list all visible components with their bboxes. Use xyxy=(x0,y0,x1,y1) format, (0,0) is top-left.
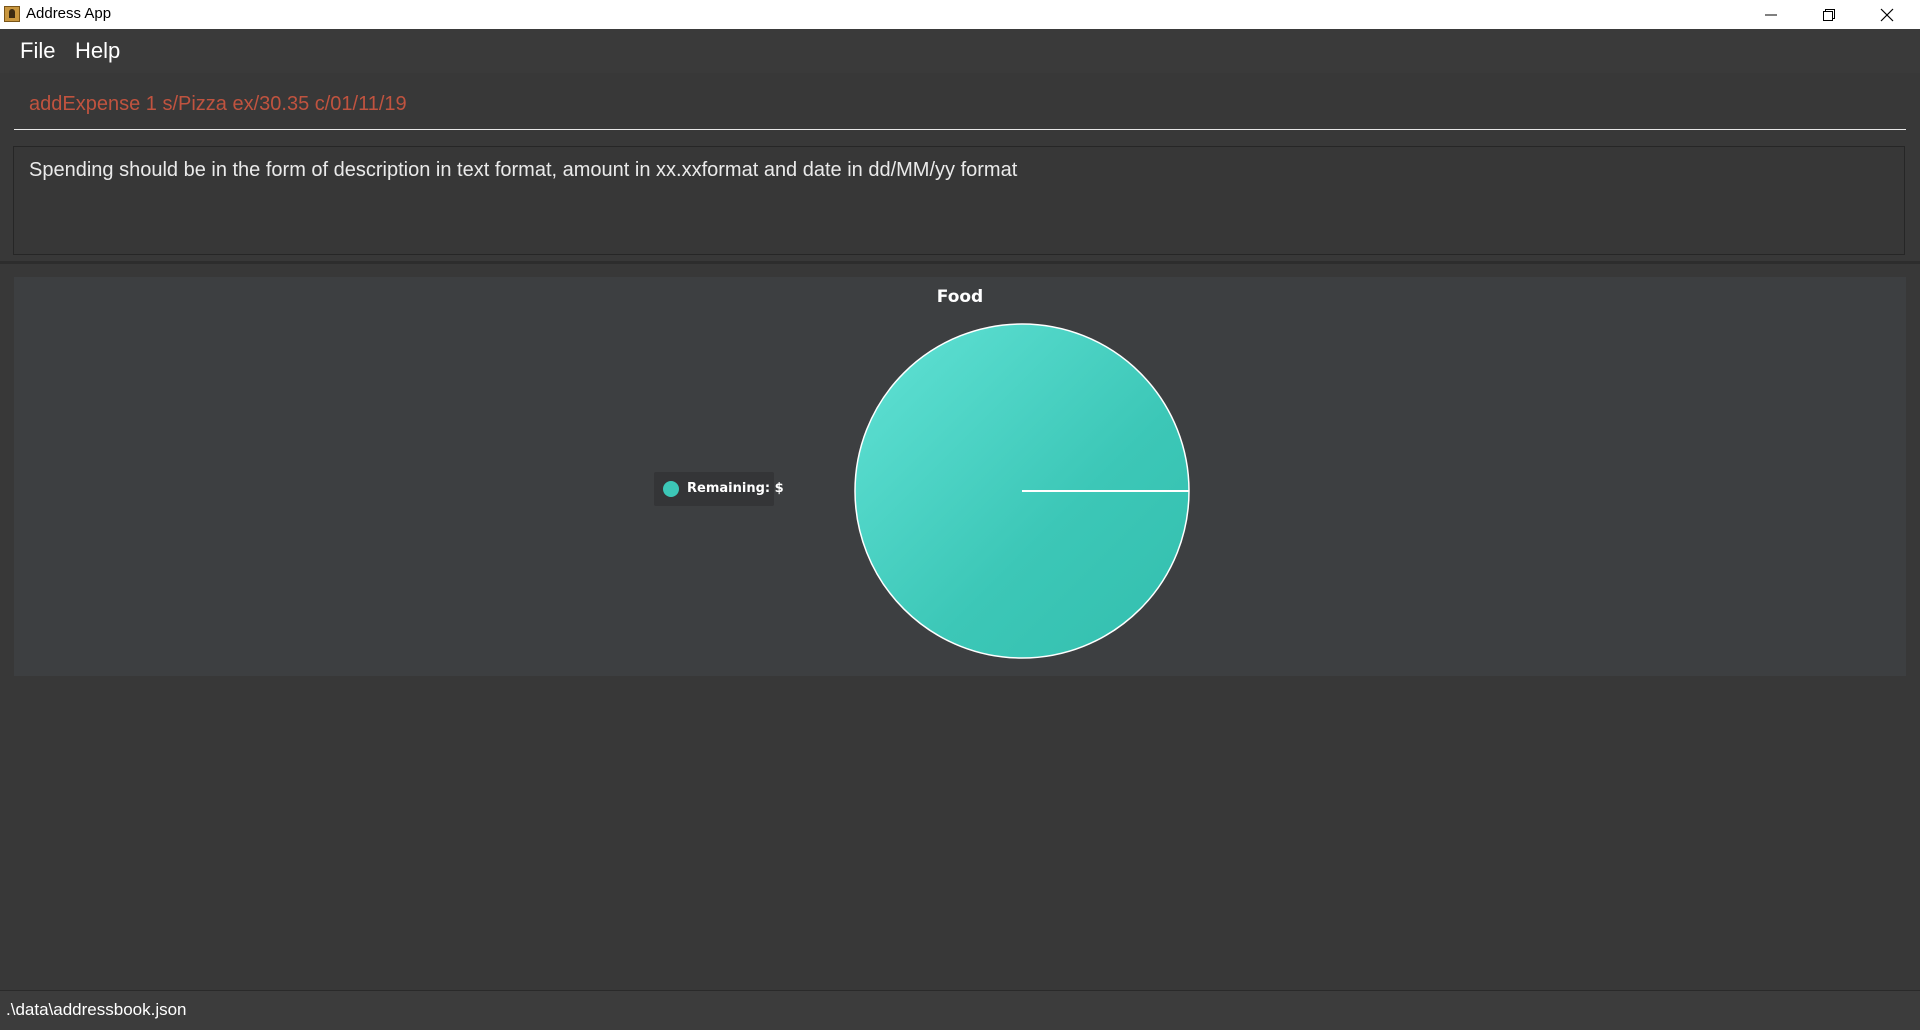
panel-divider xyxy=(0,261,1920,264)
result-display[interactable]: Spending should be in the form of descri… xyxy=(13,146,1905,255)
window-title-bar: Address App xyxy=(0,0,1920,29)
minimize-button[interactable] xyxy=(1742,0,1800,29)
close-button[interactable] xyxy=(1858,0,1916,29)
restore-icon xyxy=(1823,8,1835,21)
pie-chart xyxy=(854,323,1190,659)
restore-button[interactable] xyxy=(1800,0,1858,29)
menu-help[interactable]: Help xyxy=(75,38,120,64)
command-input-text: addExpense 1 s/Pizza ex/30.35 c/01/11/19 xyxy=(29,93,407,115)
window-title: Address App xyxy=(26,5,112,22)
app-icon xyxy=(4,6,20,22)
command-input[interactable]: addExpense 1 s/Pizza ex/30.35 c/01/11/19 xyxy=(14,73,1906,130)
close-icon xyxy=(1880,8,1894,21)
menu-bar: File Help xyxy=(0,29,1920,73)
budget-chart-panel: Food Remaining: $ xyxy=(14,277,1906,676)
save-location-path: .\data\addressbook.json xyxy=(6,1000,187,1019)
status-bar: .\data\addressbook.json xyxy=(0,990,1920,1030)
menu-file[interactable]: File xyxy=(20,38,55,64)
result-message: Spending should be in the form of descri… xyxy=(29,159,1018,181)
command-box-area: addExpense 1 s/Pizza ex/30.35 c/01/11/19 xyxy=(0,73,1920,135)
minimize-icon xyxy=(1765,14,1777,15)
